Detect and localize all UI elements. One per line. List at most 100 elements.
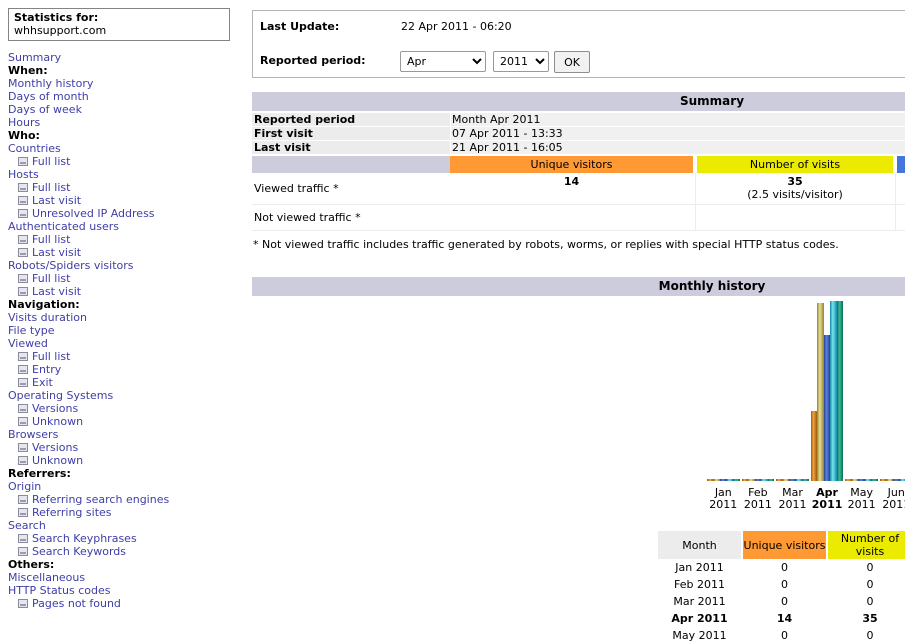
sidebar-item[interactable]: Visits duration [8, 311, 232, 324]
sidebar-item-label: Unknown [32, 454, 83, 467]
sidebar-item-label: When: [8, 64, 48, 77]
submenu-icon [18, 443, 28, 452]
chart-month-label: Feb2011 [741, 487, 776, 511]
monthly-table-row: Mar 2011 0 0 [658, 593, 905, 610]
viewed-visits-number: 35 [697, 175, 893, 188]
cell-visits: 0 [828, 559, 905, 576]
sidebar-item[interactable]: Search Keywords [8, 545, 232, 558]
summary-header-row: Unique visitors Number of visits [252, 155, 905, 173]
sidebar-item[interactable]: Referring sites [8, 506, 232, 519]
sidebar-item-label: Hours [8, 116, 40, 129]
sidebar-item[interactable]: Entry [8, 363, 232, 376]
sidebar-item-label: Referring sites [32, 506, 112, 519]
sidebar-item[interactable]: Miscellaneous [8, 571, 232, 584]
sidebar-item[interactable]: Countries [8, 142, 232, 155]
sidebar-item[interactable]: Last visit [8, 285, 232, 298]
summary-info-row: Reported period Month Apr 2011 [252, 112, 905, 126]
monthly-table-row: Feb 2011 0 0 [658, 576, 905, 593]
cell-unique: 0 [743, 559, 826, 576]
sidebar-item[interactable]: Operating Systems [8, 389, 232, 402]
sidebar-item-label: Full list [32, 350, 70, 363]
sidebar-item[interactable]: HTTP Status codes [8, 584, 232, 597]
cell-month: Mar 2011 [658, 593, 741, 610]
summary-col-unique-visitors: Unique visitors [450, 156, 693, 173]
statistics-for-label: Statistics for: [14, 11, 224, 24]
sidebar-item[interactable]: Unresolved IP Address [8, 207, 232, 220]
sidebar-item[interactable]: Full list [8, 181, 232, 194]
ok-button[interactable]: OK [554, 51, 590, 73]
sidebar-item[interactable]: Exit [8, 376, 232, 389]
submenu-icon [18, 274, 28, 283]
summary-row-label: Last visit [252, 141, 450, 154]
sidebar-item[interactable]: Search [8, 519, 232, 532]
viewed-unique-value: 14 [450, 175, 693, 188]
cell-month: Jan 2011 [658, 559, 741, 576]
sidebar-item[interactable]: Referring search engines [8, 493, 232, 506]
summary-info-row: Last visit 21 Apr 2011 - 16:05 [252, 140, 905, 154]
summary-title: Summary [252, 92, 905, 111]
submenu-icon [18, 235, 28, 244]
sidebar-item[interactable]: File type [8, 324, 232, 337]
sidebar-item: Who: [8, 129, 232, 142]
sidebar-item: Referrers: [8, 467, 232, 480]
sidebar-item[interactable]: Full list [8, 272, 232, 285]
sidebar-item-label: Authenticated users [8, 220, 119, 233]
month-select[interactable]: Apr [400, 51, 486, 72]
sidebar-item[interactable]: Hours [8, 116, 232, 129]
sidebar-item-label: Origin [8, 480, 41, 493]
sidebar-item-label: Countries [8, 142, 61, 155]
bar-bandwidth [837, 301, 844, 481]
sidebar-item[interactable]: Days of month [8, 90, 232, 103]
year-select[interactable]: 2011 [493, 51, 549, 72]
statistics-for-box: Statistics for: whhsupport.com [8, 8, 230, 41]
sidebar-item[interactable]: Full list [8, 155, 232, 168]
sidebar-item[interactable]: Search Keyphrases [8, 532, 232, 545]
sidebar-item[interactable]: Last visit [8, 246, 232, 259]
sidebar-item-label: Full list [32, 181, 70, 194]
period-box: Last Update: 22 Apr 2011 - 06:20 Reporte… [252, 10, 905, 78]
submenu-icon [18, 287, 28, 296]
sidebar-item-label: Who: [8, 129, 40, 142]
cell-month: Apr 2011 [658, 610, 741, 627]
sidebar-item-label: Referring search engines [32, 493, 169, 506]
viewed-visits-ratio: (2.5 visits/visitor) [697, 188, 893, 201]
sidebar-item-label: Navigation: [8, 298, 80, 311]
bar-hits [900, 479, 905, 481]
summary-info-rows: Reported period Month Apr 2011 First vis… [252, 112, 905, 154]
sidebar-item-label: Last visit [32, 194, 81, 207]
sidebar-item[interactable]: Authenticated users [8, 220, 232, 233]
sidebar-item-label: Pages not found [32, 597, 121, 610]
footnote: * Not viewed traffic includes traffic ge… [253, 238, 839, 251]
sidebar-item[interactable]: Monthly history [8, 77, 232, 90]
sidebar-item[interactable]: Origin [8, 480, 232, 493]
sidebar-item: When: [8, 64, 232, 77]
bar-bandwidth [768, 479, 775, 481]
sidebar-item[interactable]: Versions [8, 402, 232, 415]
sidebar-item-label: Miscellaneous [8, 571, 85, 584]
sidebar-item[interactable]: Days of week [8, 103, 232, 116]
sidebar-item-label: Days of month [8, 90, 89, 103]
sidebar-item[interactable]: Last visit [8, 194, 232, 207]
sidebar-item[interactable]: Pages not found [8, 597, 232, 610]
sidebar-item[interactable]: Full list [8, 233, 232, 246]
sidebar-item[interactable]: Unknown [8, 454, 232, 467]
sidebar-item[interactable]: Robots/Spiders visitors [8, 259, 232, 272]
last-update-value: 22 Apr 2011 - 06:20 [401, 20, 512, 33]
sidebar-item[interactable]: Versions [8, 441, 232, 454]
sidebar-item-label: Full list [32, 272, 70, 285]
chart-month-slot: Jan2011 [706, 301, 741, 511]
sidebar-item[interactable]: Hosts [8, 168, 232, 181]
monthly-table-row: Jan 2011 0 0 [658, 559, 905, 576]
submenu-icon [18, 157, 28, 166]
sidebar-item[interactable]: Browsers [8, 428, 232, 441]
viewed-traffic-label: Viewed traffic * [254, 173, 339, 204]
cell-unique: 0 [743, 593, 826, 610]
sidebar-item[interactable]: Full list [8, 350, 232, 363]
chart-month-slot: Mar2011 [775, 301, 810, 511]
sidebar-item[interactable]: Unknown [8, 415, 232, 428]
submenu-icon [18, 508, 28, 517]
sidebar-item[interactable]: Viewed [8, 337, 232, 350]
bar-bandwidth [733, 479, 740, 481]
sidebar-item[interactable]: Summary [8, 51, 232, 64]
sidebar-item-label: Visits duration [8, 311, 87, 324]
